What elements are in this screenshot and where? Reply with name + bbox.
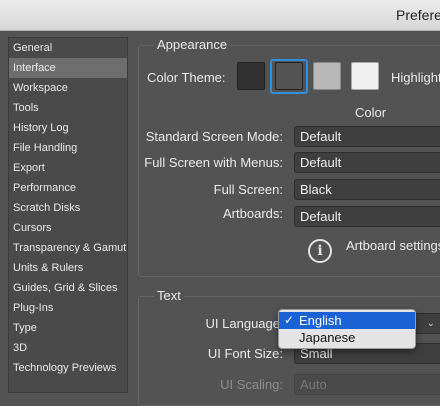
artboards-value: Default [300,209,342,224]
ui-scaling-select: Auto [294,374,440,395]
artboard-settings-note: Artboard settings [346,238,440,253]
sidebar-item-export[interactable]: Export [9,158,127,178]
theme-swatch-dark[interactable] [275,62,303,90]
sidebar-item-plug-ins[interactable]: Plug-Ins [9,298,127,318]
artboards-select[interactable]: Default [294,206,440,227]
sidebar-item-workspace[interactable]: Workspace [9,78,127,98]
language-option-english[interactable]: ✓ English [279,312,415,329]
standard-screen-mode-label: Standard Screen Mode: [145,129,283,144]
color-theme-label: Color Theme: [147,70,226,85]
full-screen-with-menus-label: Full Screen with Menus: [144,155,283,170]
sidebar-item-units-rulers[interactable]: Units & Rulers [9,258,127,278]
ui-font-size-label: UI Font Size: [207,346,283,361]
full-screen-value: Black [300,182,332,197]
language-option-japanese[interactable]: Japanese [279,329,415,346]
text-group-title: Text [154,288,184,303]
full-screen-with-menus-select[interactable]: Default [294,152,440,173]
sidebar-item-interface[interactable]: Interface [9,58,127,78]
sidebar-item-3d[interactable]: 3D [9,338,127,358]
info-icon: i [308,239,332,263]
theme-swatch-darkest[interactable] [237,62,265,90]
ui-scaling-value: Auto [300,377,327,392]
ui-language-popup-menu: ✓ English Japanese [278,309,416,349]
full-screen-select[interactable]: Black [294,179,440,200]
appearance-group-title: Appearance [154,37,231,52]
standard-screen-mode-value: Default [300,129,342,144]
full-screen-with-menus-value: Default [300,155,342,170]
language-option-japanese-label: Japanese [299,330,356,345]
title-bar: Prefere [0,0,440,31]
checkmark-icon: ✓ [284,313,295,327]
color-column-label: Color [355,105,387,120]
sidebar-item-guides-grid-slices[interactable]: Guides, Grid & Slices [9,278,127,298]
ui-language-label: UI Language [205,316,280,331]
full-screen-label: Full Screen: [213,182,283,197]
chevron-down-icon: ⌄ [426,318,435,329]
sidebar-item-file-handling[interactable]: File Handling [9,138,127,158]
language-option-english-label: English [299,313,342,328]
ui-scaling-label: UI Scaling: [220,377,283,392]
sidebar-item-history-log[interactable]: History Log [9,118,127,138]
sidebar-item-tools[interactable]: Tools [9,98,127,118]
window-title: Prefere [396,7,440,23]
sidebar-item-cursors[interactable]: Cursors [9,218,127,238]
sidebar-item-scratch-disks[interactable]: Scratch Disks [9,198,127,218]
sidebar-item-performance[interactable]: Performance [9,178,127,198]
sidebar-item-general[interactable]: General [9,38,127,58]
standard-screen-mode-select[interactable]: Default [294,126,440,147]
theme-swatch-light[interactable] [313,62,341,90]
theme-swatch-lightest[interactable] [351,62,379,90]
preferences-sidebar: General Interface Workspace Tools Histor… [8,37,128,393]
artboards-label: Artboards: [223,206,283,221]
sidebar-item-transparency-gamut[interactable]: Transparency & Gamut [9,238,127,258]
sidebar-item-type[interactable]: Type [9,318,127,338]
highlight-label: Highlight [391,70,440,85]
sidebar-item-technology-previews[interactable]: Technology Previews [9,358,127,378]
